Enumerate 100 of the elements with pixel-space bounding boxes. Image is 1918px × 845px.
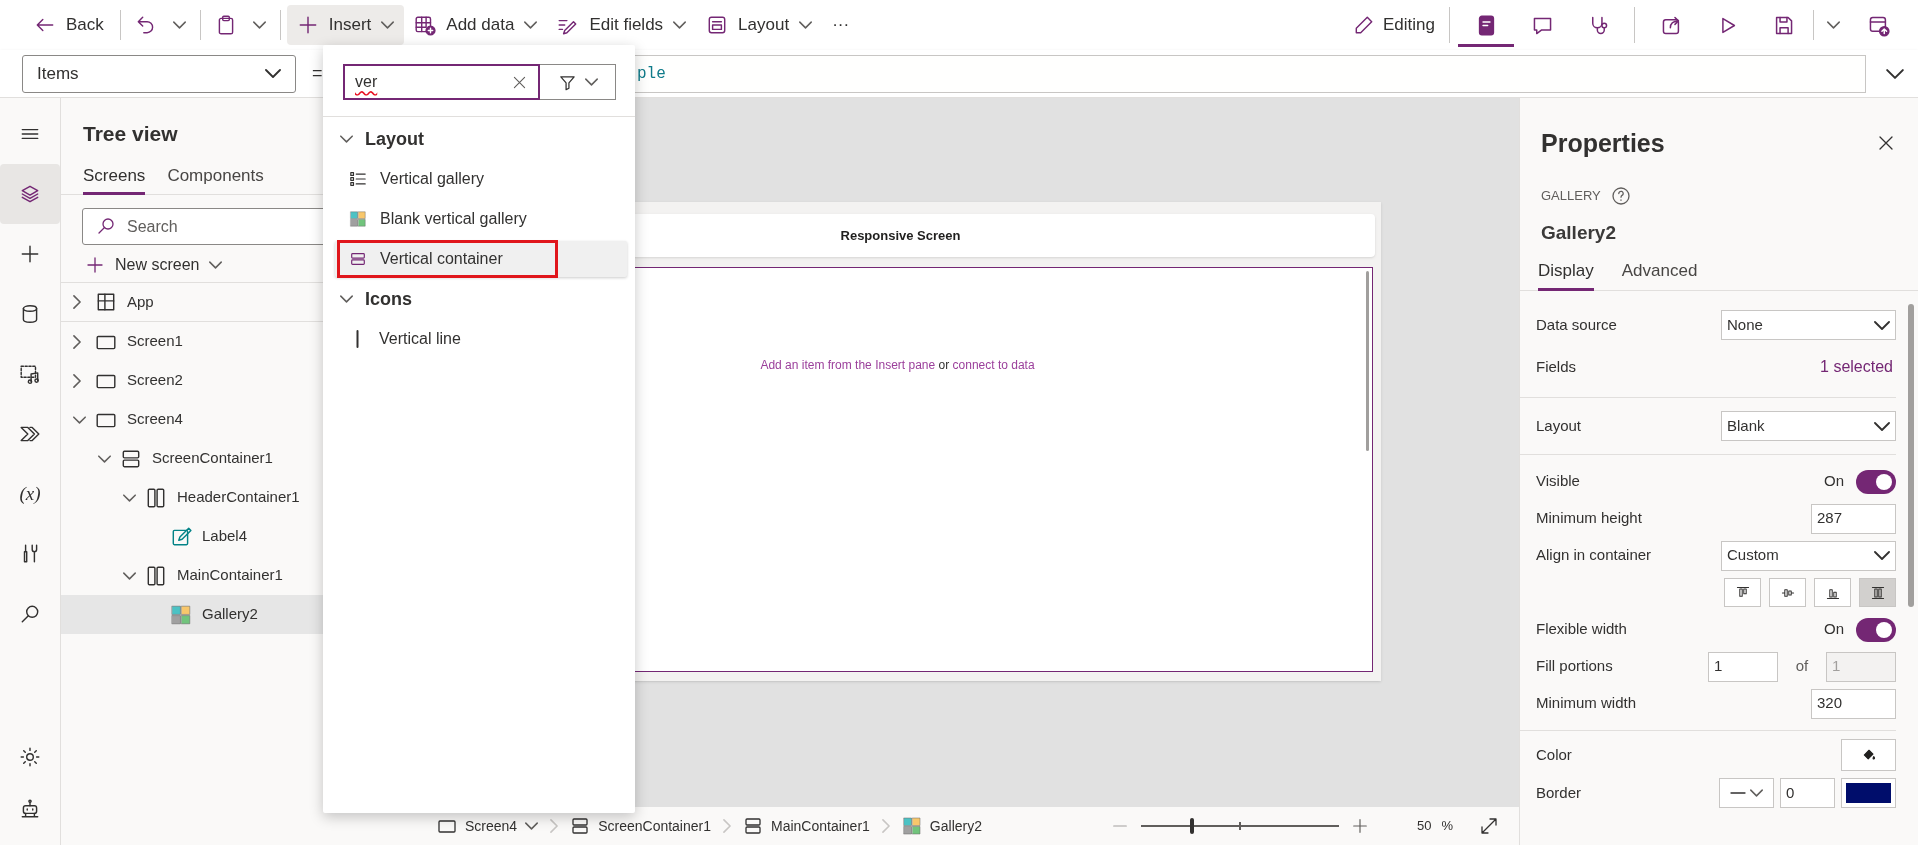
stacked-container-icon [570, 816, 591, 836]
align-button[interactable] [1724, 578, 1761, 607]
slider-thumb[interactable] [1190, 818, 1195, 834]
caret-icon [265, 69, 281, 78]
property-label: Minimum height [1536, 508, 1642, 529]
tab[interactable]: Screens [83, 159, 146, 195]
chevron-right-icon[interactable] [73, 295, 81, 309]
property-label: Minimum width [1536, 693, 1637, 714]
breadcrumb[interactable]: MainContainer1 [741, 811, 872, 841]
tree-item[interactable]: HeaderContainer1 [61, 478, 413, 517]
chevron-right-icon[interactable] [73, 373, 81, 388]
property-dropdown[interactable]: Items [22, 54, 296, 93]
tree-item[interactable]: Label4 [61, 517, 413, 556]
menu-item[interactable]: Vertical line [335, 321, 627, 357]
expand-icon[interactable] [1479, 816, 1499, 836]
edit-fields-button[interactable]: Edit fields [547, 5, 697, 45]
dropdown[interactable]: None [1721, 310, 1896, 340]
chevron-down-icon[interactable] [73, 415, 86, 424]
bot-icon [19, 798, 41, 820]
color-swatch[interactable] [1841, 778, 1896, 808]
caret-icon [1826, 21, 1840, 29]
caret-icon [381, 21, 395, 29]
breadcrumb[interactable]: Screen4 [435, 811, 541, 841]
number-field[interactable]: 320 [1811, 688, 1896, 719]
align-button[interactable] [1859, 578, 1896, 607]
layout-button[interactable]: Layout [696, 5, 823, 45]
caret-icon [799, 21, 813, 29]
gallery-icon [901, 816, 922, 836]
section-header[interactable]: Layout [323, 119, 635, 159]
hint-link[interactable]: Add an item from the Insert pane [760, 358, 936, 372]
caret-icon [1874, 320, 1890, 330]
plus-icon [85, 255, 105, 275]
tree-rail-button[interactable] [0, 164, 60, 224]
media-icon [19, 363, 41, 385]
dropdown[interactable]: Custom [1721, 540, 1896, 571]
dropdown[interactable]: Blank [1721, 411, 1896, 441]
breadcrumb-separator-icon [550, 819, 559, 833]
toggle-switch[interactable] [1856, 617, 1896, 642]
gallery-icon [349, 210, 367, 228]
hint-link[interactable]: connect to data [952, 358, 1035, 372]
scrollbar[interactable] [1908, 304, 1914, 607]
help-icon[interactable] [1610, 186, 1631, 206]
editing-mode-button[interactable]: Editing [1347, 5, 1441, 45]
menu-item[interactable]: Vertical gallery [335, 161, 627, 197]
fields-link[interactable]: 1 selected [1820, 355, 1896, 379]
more-button[interactable]: ··· [822, 5, 860, 45]
caret-icon [524, 21, 538, 29]
add-data-button[interactable]: Add data [404, 5, 548, 45]
property-label: Border [1536, 782, 1582, 803]
tab[interactable]: Components [167, 159, 264, 195]
insert-button[interactable]: Insert [286, 5, 405, 45]
control-type: GALLERY [1541, 187, 1601, 206]
border-style-dropdown[interactable] [1719, 778, 1774, 808]
number-field[interactable]: 1 [1708, 651, 1778, 682]
settings-icon [19, 746, 41, 768]
chevron-right-icon[interactable] [73, 334, 81, 349]
zoom-in-icon[interactable] [1350, 817, 1369, 835]
align-button[interactable] [1769, 578, 1806, 607]
tab[interactable]: Advanced [1621, 254, 1698, 291]
filter-button[interactable] [540, 64, 616, 100]
equals-sign: = [312, 62, 324, 85]
color-picker-button[interactable] [1841, 739, 1896, 771]
caret-icon [584, 78, 598, 86]
expand-formula-icon[interactable] [1886, 68, 1904, 79]
search-icon [19, 603, 41, 625]
tree-item[interactable]: Screen4 [61, 400, 413, 439]
caret-icon [1874, 421, 1890, 431]
align-button[interactable] [1814, 578, 1851, 607]
of-label: of [1794, 656, 1810, 677]
breadcrumb-separator-icon [881, 819, 890, 833]
chevron-down-icon[interactable] [123, 493, 136, 502]
chevron-down-icon[interactable] [98, 454, 111, 463]
chevron-down-icon[interactable] [123, 571, 136, 580]
align-stretch-icon [1869, 584, 1886, 601]
back-button[interactable]: Back [24, 5, 114, 45]
tab[interactable]: Display [1538, 254, 1594, 291]
variables-button[interactable]: (x) [0, 464, 60, 524]
zoom-slider[interactable] [1140, 816, 1339, 836]
breadcrumb[interactable]: ScreenContainer1 [568, 811, 713, 841]
number-field[interactable]: 287 [1811, 503, 1896, 534]
property-label: Layout [1536, 415, 1582, 436]
plus-icon [19, 243, 41, 265]
tree-item[interactable]: ScreenContainer1 [61, 439, 413, 478]
breadcrumb-separator-icon [723, 819, 731, 833]
toggle-state: On [1824, 619, 1844, 640]
search-field[interactable]: ver [343, 64, 540, 100]
layers-icon [19, 183, 41, 205]
number-field[interactable]: 0 [1780, 778, 1835, 808]
property-label: Data source [1536, 314, 1617, 335]
chevron-down-icon [340, 135, 353, 143]
edit-label-icon [170, 525, 192, 548]
tree-item[interactable]: Screen2 [61, 361, 413, 400]
tree-item[interactable]: MainContainer1 [61, 556, 413, 595]
search-icon [96, 216, 116, 236]
toggle-switch[interactable] [1856, 469, 1896, 494]
scrollbar[interactable] [1366, 271, 1369, 451]
list-icon [349, 170, 367, 188]
panel-title: Properties [1541, 128, 1665, 158]
property-label: Align in container [1536, 545, 1652, 566]
breadcrumb[interactable]: Gallery2 [899, 811, 984, 841]
